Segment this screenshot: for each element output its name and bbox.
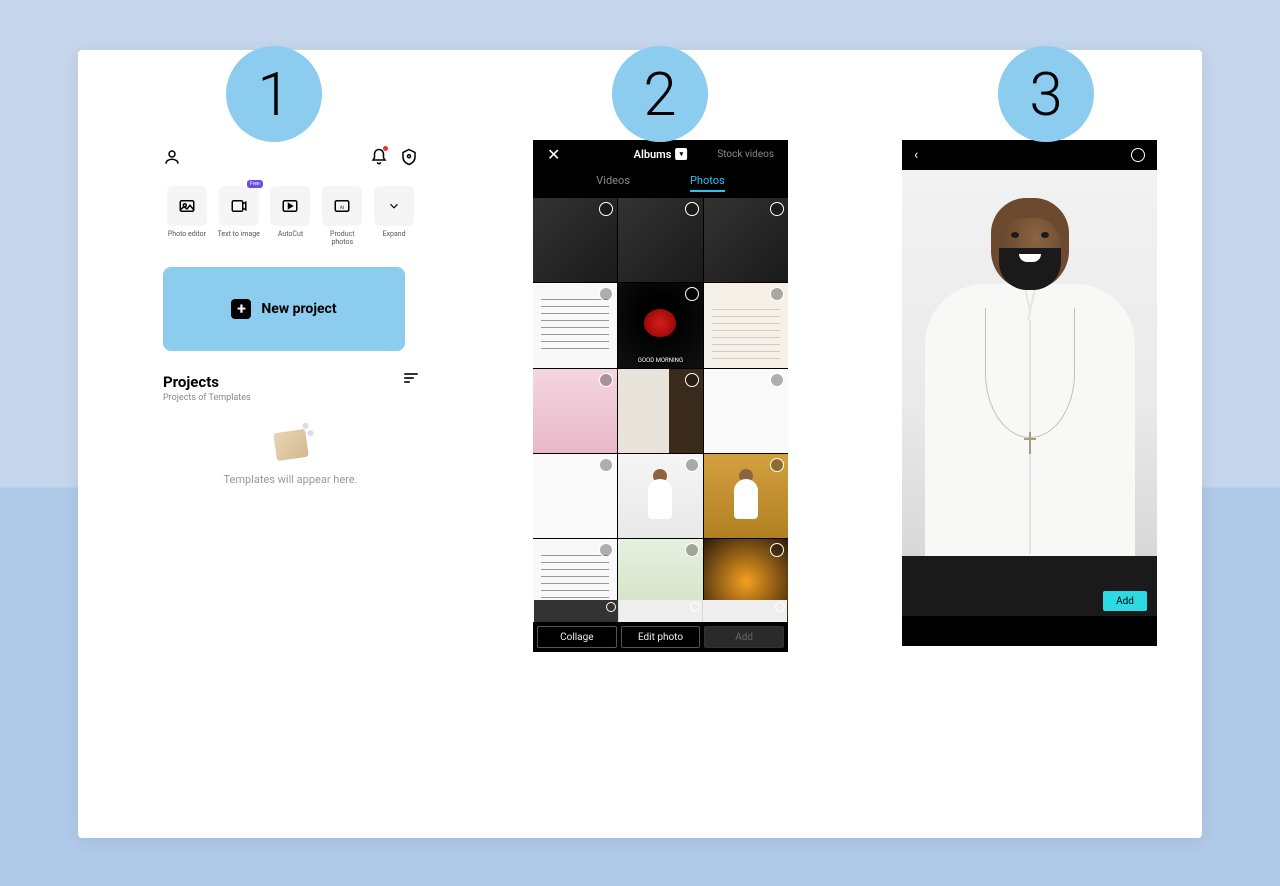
select-circle-icon[interactable] [770,373,784,387]
select-circle-icon[interactable] [599,458,613,472]
grid-cell[interactable] [619,600,703,622]
sort-icon[interactable] [404,373,418,383]
screenshot-2: ✕ Albums ▾ Stock videos Videos Photos GO… [533,140,788,652]
screenshot-1: Photo editor Free Text to image AutoCut … [163,144,418,486]
chevron-down-icon: ▾ [675,148,687,160]
photo-preview[interactable] [902,170,1157,556]
tool-label: Product photos [318,230,366,247]
profile-icon[interactable] [163,148,181,170]
photo-grid: GOOD MORNING [533,198,788,624]
select-circle-icon[interactable] [1131,148,1145,162]
content-card: 1 2 3 Photo editor Fr [78,50,1202,838]
select-circle-icon[interactable] [685,373,699,387]
screenshot-3: ‹ [902,140,1157,646]
free-badge: Free [247,180,263,188]
preview-top-bar: ‹ [902,140,1157,170]
tool-expand[interactable]: Expand [370,186,418,247]
clapperboard-icon [273,429,309,461]
preview-bottom-bar: Add [902,586,1157,616]
grid-cell[interactable] [703,600,787,622]
tool-label: Expand [383,230,406,238]
select-circle-icon[interactable] [770,543,784,557]
new-project-label: New project [261,301,336,317]
picker-top-bar: ✕ Albums ▾ Stock videos [533,140,788,168]
tool-label: Text to image [218,230,260,238]
empty-text: Templates will appear here. [223,473,357,486]
select-circle-icon[interactable] [606,602,616,612]
grid-cell[interactable] [618,454,702,538]
collage-button[interactable]: Collage [537,626,617,648]
top-bar [163,144,418,174]
tool-photo-editor[interactable]: Photo editor [163,186,211,247]
add-button[interactable]: Add [1103,591,1147,611]
grid-cell[interactable] [704,198,788,282]
back-icon[interactable]: ‹ [914,147,918,163]
select-circle-icon[interactable] [685,287,699,301]
grid-cell[interactable] [534,600,618,622]
select-circle-icon[interactable] [690,602,700,612]
bottom-action-bar: Collage Edit photo Add [533,622,788,652]
tool-text-to-image[interactable]: Free Text to image [215,186,263,247]
tool-autocut[interactable]: AutoCut [267,186,315,247]
select-circle-icon[interactable] [685,202,699,216]
step-badge-1: 1 [226,46,322,142]
select-circle-icon[interactable] [770,458,784,472]
tab-photos[interactable]: Photos [690,174,725,192]
edit-photo-button[interactable]: Edit photo [621,626,701,648]
grid-cell[interactable] [533,454,617,538]
media-tabs: Videos Photos [533,168,788,198]
grid-cell[interactable] [704,454,788,538]
notification-icon[interactable] [370,148,388,170]
photo-strip [533,600,788,622]
grid-cell[interactable] [704,283,788,367]
settings-icon[interactable] [400,148,418,170]
select-circle-icon[interactable] [599,373,613,387]
select-circle-icon[interactable] [770,287,784,301]
step-badge-3: 3 [998,46,1094,142]
albums-label: Albums [634,148,672,161]
step-badge-2: 2 [612,46,708,142]
photo-caption: GOOD MORNING [618,357,702,364]
grid-cell[interactable] [618,369,702,453]
tool-label: Photo editor [168,230,206,238]
grid-cell[interactable] [618,198,702,282]
grid-cell[interactable]: GOOD MORNING [618,283,702,367]
select-circle-icon[interactable] [775,602,785,612]
preview-spacer [902,556,1157,586]
grid-cell[interactable] [533,198,617,282]
add-button[interactable]: Add [704,626,784,648]
select-circle-icon[interactable] [770,202,784,216]
select-circle-icon[interactable] [685,458,699,472]
close-icon[interactable]: ✕ [547,145,560,164]
select-circle-icon[interactable] [599,287,613,301]
albums-dropdown[interactable]: Albums ▾ [634,148,688,161]
new-project-button[interactable]: + New project [163,267,405,351]
tool-product-photos[interactable]: AI Product photos [318,186,366,247]
select-circle-icon[interactable] [599,543,613,557]
tab-videos[interactable]: Videos [596,174,630,192]
portrait-image [930,180,1130,556]
projects-subtitle: Projects of Templates [163,393,251,403]
projects-title: Projects [163,373,251,391]
select-circle-icon[interactable] [685,543,699,557]
plus-icon: + [231,299,251,319]
select-circle-icon[interactable] [599,202,613,216]
grid-cell[interactable] [533,369,617,453]
grid-cell[interactable] [533,283,617,367]
stock-videos-tab[interactable]: Stock videos [717,149,774,160]
grid-cell[interactable] [704,369,788,453]
projects-empty-state: Templates will appear here. [163,431,418,486]
tool-label: AutoCut [278,230,303,238]
svg-text:AI: AI [340,205,344,211]
tool-row: Photo editor Free Text to image AutoCut … [163,186,418,247]
projects-header: Projects Projects of Templates [163,373,418,403]
